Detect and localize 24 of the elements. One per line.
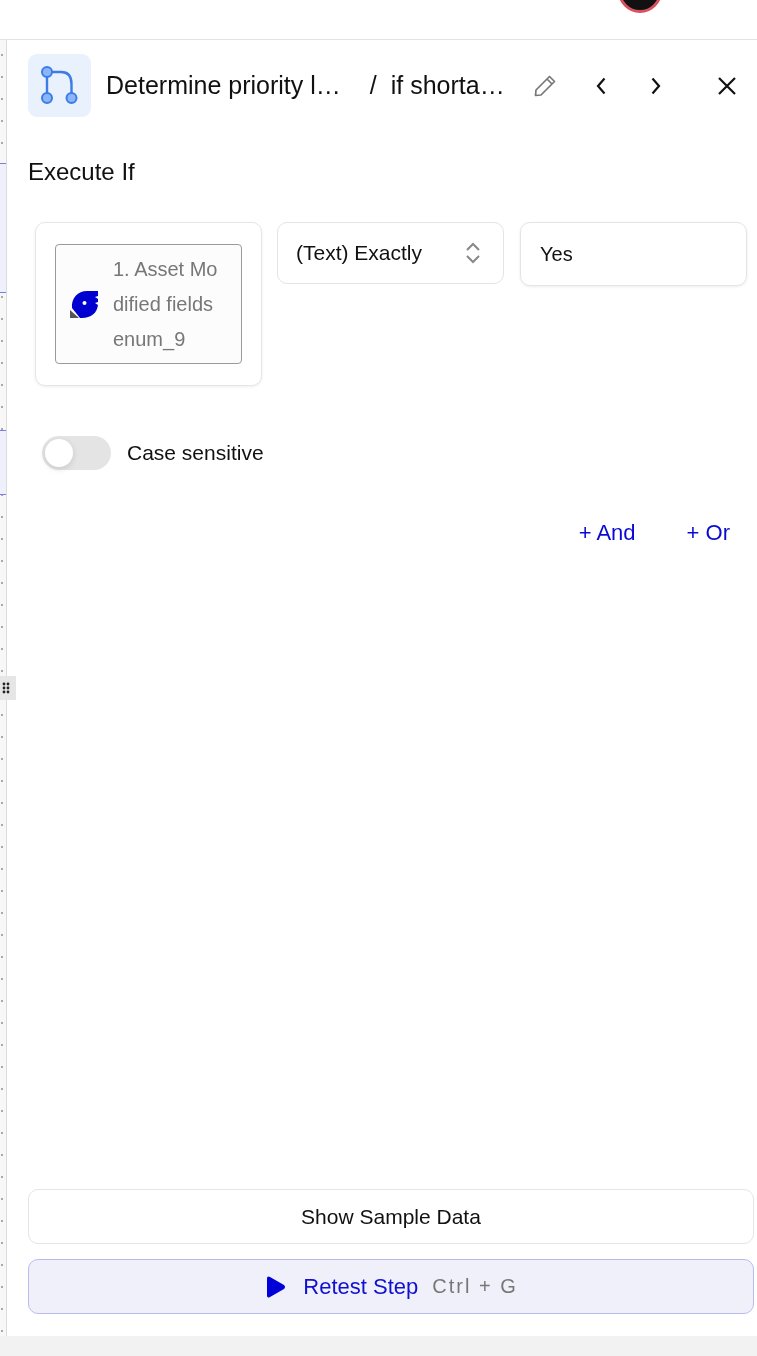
chevron-up-down-icon (465, 241, 481, 265)
field-token[interactable]: 1. Asset Modified fields enum_9 (55, 244, 242, 364)
field-label: 1. Asset Modified fields enum_9 (113, 256, 219, 353)
condition-title: if shorta… (390, 71, 505, 100)
tag-icon (70, 290, 98, 318)
case-sensitive-label: Case sensitive (127, 441, 264, 465)
chevron-right-icon (650, 76, 662, 95)
step-title: Determine priority l… (106, 71, 341, 100)
add-condition-link[interactable]: + And (578, 519, 636, 547)
case-sensitive-toggle[interactable] (42, 436, 111, 470)
add-condition-link[interactable]: + Or (686, 519, 730, 547)
close-icon (718, 76, 736, 95)
sample-data-button[interactable]: Show Sample Data (28, 1189, 754, 1244)
breadcrumb-separator: / (369, 71, 377, 100)
grip-icon[interactable] (0, 676, 16, 700)
retest-button[interactable]: Retest Step Ctrl + G (28, 1259, 754, 1314)
edit-icon[interactable] (532, 73, 557, 98)
chevron-left-icon (595, 76, 607, 95)
branch-icon (28, 54, 91, 117)
operator-select[interactable]: (Text) Exactly (277, 222, 504, 284)
section-title: Execute If (28, 158, 135, 186)
shortcut-hint: Ctrl + G (432, 1275, 518, 1298)
value-field[interactable]: Yes (520, 222, 747, 286)
play-icon (264, 1274, 287, 1299)
